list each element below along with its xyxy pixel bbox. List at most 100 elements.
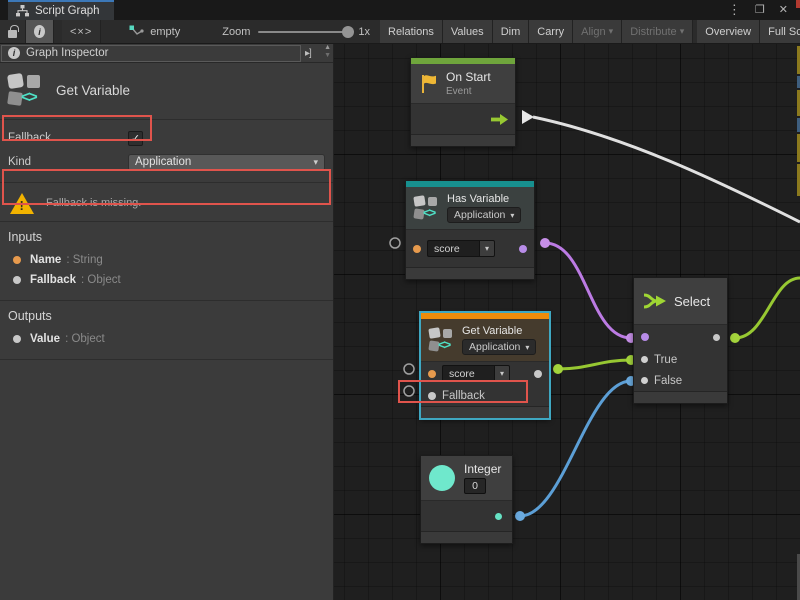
port-type: : Object (81, 274, 121, 286)
script-graph-icon (16, 5, 29, 17)
wires-layer (334, 44, 800, 600)
select-icon (643, 292, 667, 310)
inputs-section-header: Inputs (0, 222, 333, 250)
kebab-menu-icon[interactable]: ⋮ (728, 0, 741, 20)
maximize-icon[interactable]: ❐ (755, 0, 765, 20)
scroll-down-icon[interactable]: ▼ (324, 52, 331, 60)
title-bar: Script Graph ⋮ ❐ ✕ (0, 0, 800, 20)
kind-dropdown[interactable]: Application ▾ (128, 154, 325, 171)
variable-name-field[interactable]: score ▾ (427, 240, 495, 257)
chevron-down-icon: ▾ (479, 240, 495, 257)
kind-dropdown[interactable]: Application ▾ (462, 339, 536, 355)
zoom-level: 1x (358, 26, 370, 38)
check-icon: ✓ (131, 132, 140, 145)
variables-icon: <> (429, 328, 455, 353)
selected-unit-header: <> Get Variable (0, 63, 333, 120)
node-title: Integer (464, 462, 501, 476)
node-title: Has Variable (447, 193, 521, 205)
dock-panel-icon[interactable]: ▸] (305, 48, 311, 59)
node-select[interactable]: Select True False (633, 277, 728, 404)
lock-button[interactable] (0, 20, 26, 43)
flow-output-port[interactable] (491, 114, 508, 125)
flag-icon (419, 73, 439, 95)
zoom-slider-handle[interactable] (342, 26, 354, 38)
node-integer[interactable]: Integer 0 (420, 455, 513, 544)
graph-canvas[interactable]: On Start Event <> (334, 44, 800, 600)
chevron-down-icon: ▾ (525, 343, 529, 352)
wire-getvariable-select-true[interactable] (558, 360, 631, 369)
values-button[interactable]: Values (443, 20, 493, 43)
node-footer (411, 134, 515, 146)
tab-script-graph[interactable]: Script Graph (8, 0, 114, 20)
node-title: Get Variable (462, 325, 536, 337)
port-name: Name (30, 254, 61, 266)
input-port-fallback[interactable] (428, 392, 436, 400)
graph-toolbar: i <×> empty Zoom 1x Relations Values Dim… (0, 20, 800, 44)
chevron-down-icon: ▾ (313, 157, 318, 168)
full-screen-button[interactable]: Full Screen (760, 20, 800, 43)
node-footer (421, 531, 512, 543)
port-type: : String (66, 254, 102, 266)
node-subtitle: Event (446, 86, 491, 97)
fallback-port-label: Fallback (442, 390, 485, 402)
variables-icon: <> (414, 196, 440, 221)
wire-arrowhead (522, 110, 534, 124)
zoom-label: Zoom (222, 26, 250, 38)
dim-button[interactable]: Dim (493, 20, 530, 43)
toolbar-right-buttons: Relations Values Dim Carry Align ▾ Distr… (380, 20, 800, 43)
input-port-row: Name : String (0, 250, 333, 270)
unconnected-port-indicator[interactable] (390, 238, 400, 248)
node-has-variable[interactable]: <> Has Variable Application ▾ sc (405, 180, 535, 280)
node-get-variable[interactable]: <> Get Variable Application ▾ sc (420, 312, 550, 419)
scroll-up-icon[interactable]: ▲ (324, 44, 331, 52)
output-port-value[interactable] (519, 245, 527, 253)
node-body: score ▾ (406, 230, 534, 267)
warning-message: Fallback is missing. (0, 185, 333, 221)
node-body (421, 501, 512, 531)
wire-onstart-flow[interactable] (533, 117, 800, 222)
relations-button[interactable]: Relations (380, 20, 443, 43)
unit-title: Get Variable (56, 83, 130, 98)
integer-value-field[interactable]: 0 (464, 478, 486, 494)
node-footer (421, 406, 549, 418)
fallback-checkbox[interactable]: ✓ (128, 131, 143, 146)
output-port-selection[interactable] (713, 334, 720, 341)
close-icon[interactable]: ✕ (779, 0, 788, 20)
carry-button[interactable]: Carry (529, 20, 573, 43)
input-port-row: Fallback : Object (0, 270, 333, 290)
kind-dropdown[interactable]: Application ▾ (447, 207, 521, 223)
input-port-condition[interactable] (641, 333, 649, 341)
node-header: <> Has Variable Application ▾ (406, 187, 534, 230)
variable-name-field[interactable]: score ▾ (442, 365, 510, 382)
input-port-name[interactable] (413, 245, 421, 253)
info-icon: i (34, 25, 45, 38)
input-port-true[interactable] (641, 356, 648, 363)
wire-hasvariable-select[interactable] (545, 243, 631, 338)
fallback-property-row: Fallback ✓ (0, 126, 333, 150)
unconnected-port-indicator[interactable] (404, 364, 414, 374)
zoom-slider[interactable] (258, 31, 350, 33)
info-icon: i (8, 47, 20, 59)
node-footer (634, 391, 727, 403)
inspector-title-box: i Graph Inspector (1, 45, 301, 62)
node-title: Select (674, 294, 710, 309)
code-view-button[interactable]: <×> (62, 20, 101, 43)
input-port-false[interactable] (641, 377, 648, 384)
input-port-name[interactable] (428, 370, 436, 378)
lock-icon (8, 30, 17, 38)
node-body: score ▾ Fallback (421, 362, 549, 406)
node-header: Integer 0 (421, 456, 512, 501)
port-dot (13, 276, 21, 284)
node-header: On Start Event (411, 64, 515, 104)
output-port-value[interactable] (495, 513, 502, 520)
unconnected-port-indicator[interactable] (404, 386, 414, 396)
graph-pointer-icon (129, 25, 144, 38)
output-port-value[interactable] (534, 370, 542, 378)
inspector-toggle-button[interactable]: i (26, 20, 54, 43)
overview-button[interactable]: Overview (697, 20, 760, 43)
port-dot (13, 335, 21, 343)
node-header: <> Get Variable Application ▾ (421, 319, 549, 362)
wire-select-output[interactable] (735, 278, 800, 338)
script-graph-window: Script Graph ⋮ ❐ ✕ i <×> empty (0, 0, 800, 600)
node-on-start[interactable]: On Start Event (410, 57, 516, 147)
